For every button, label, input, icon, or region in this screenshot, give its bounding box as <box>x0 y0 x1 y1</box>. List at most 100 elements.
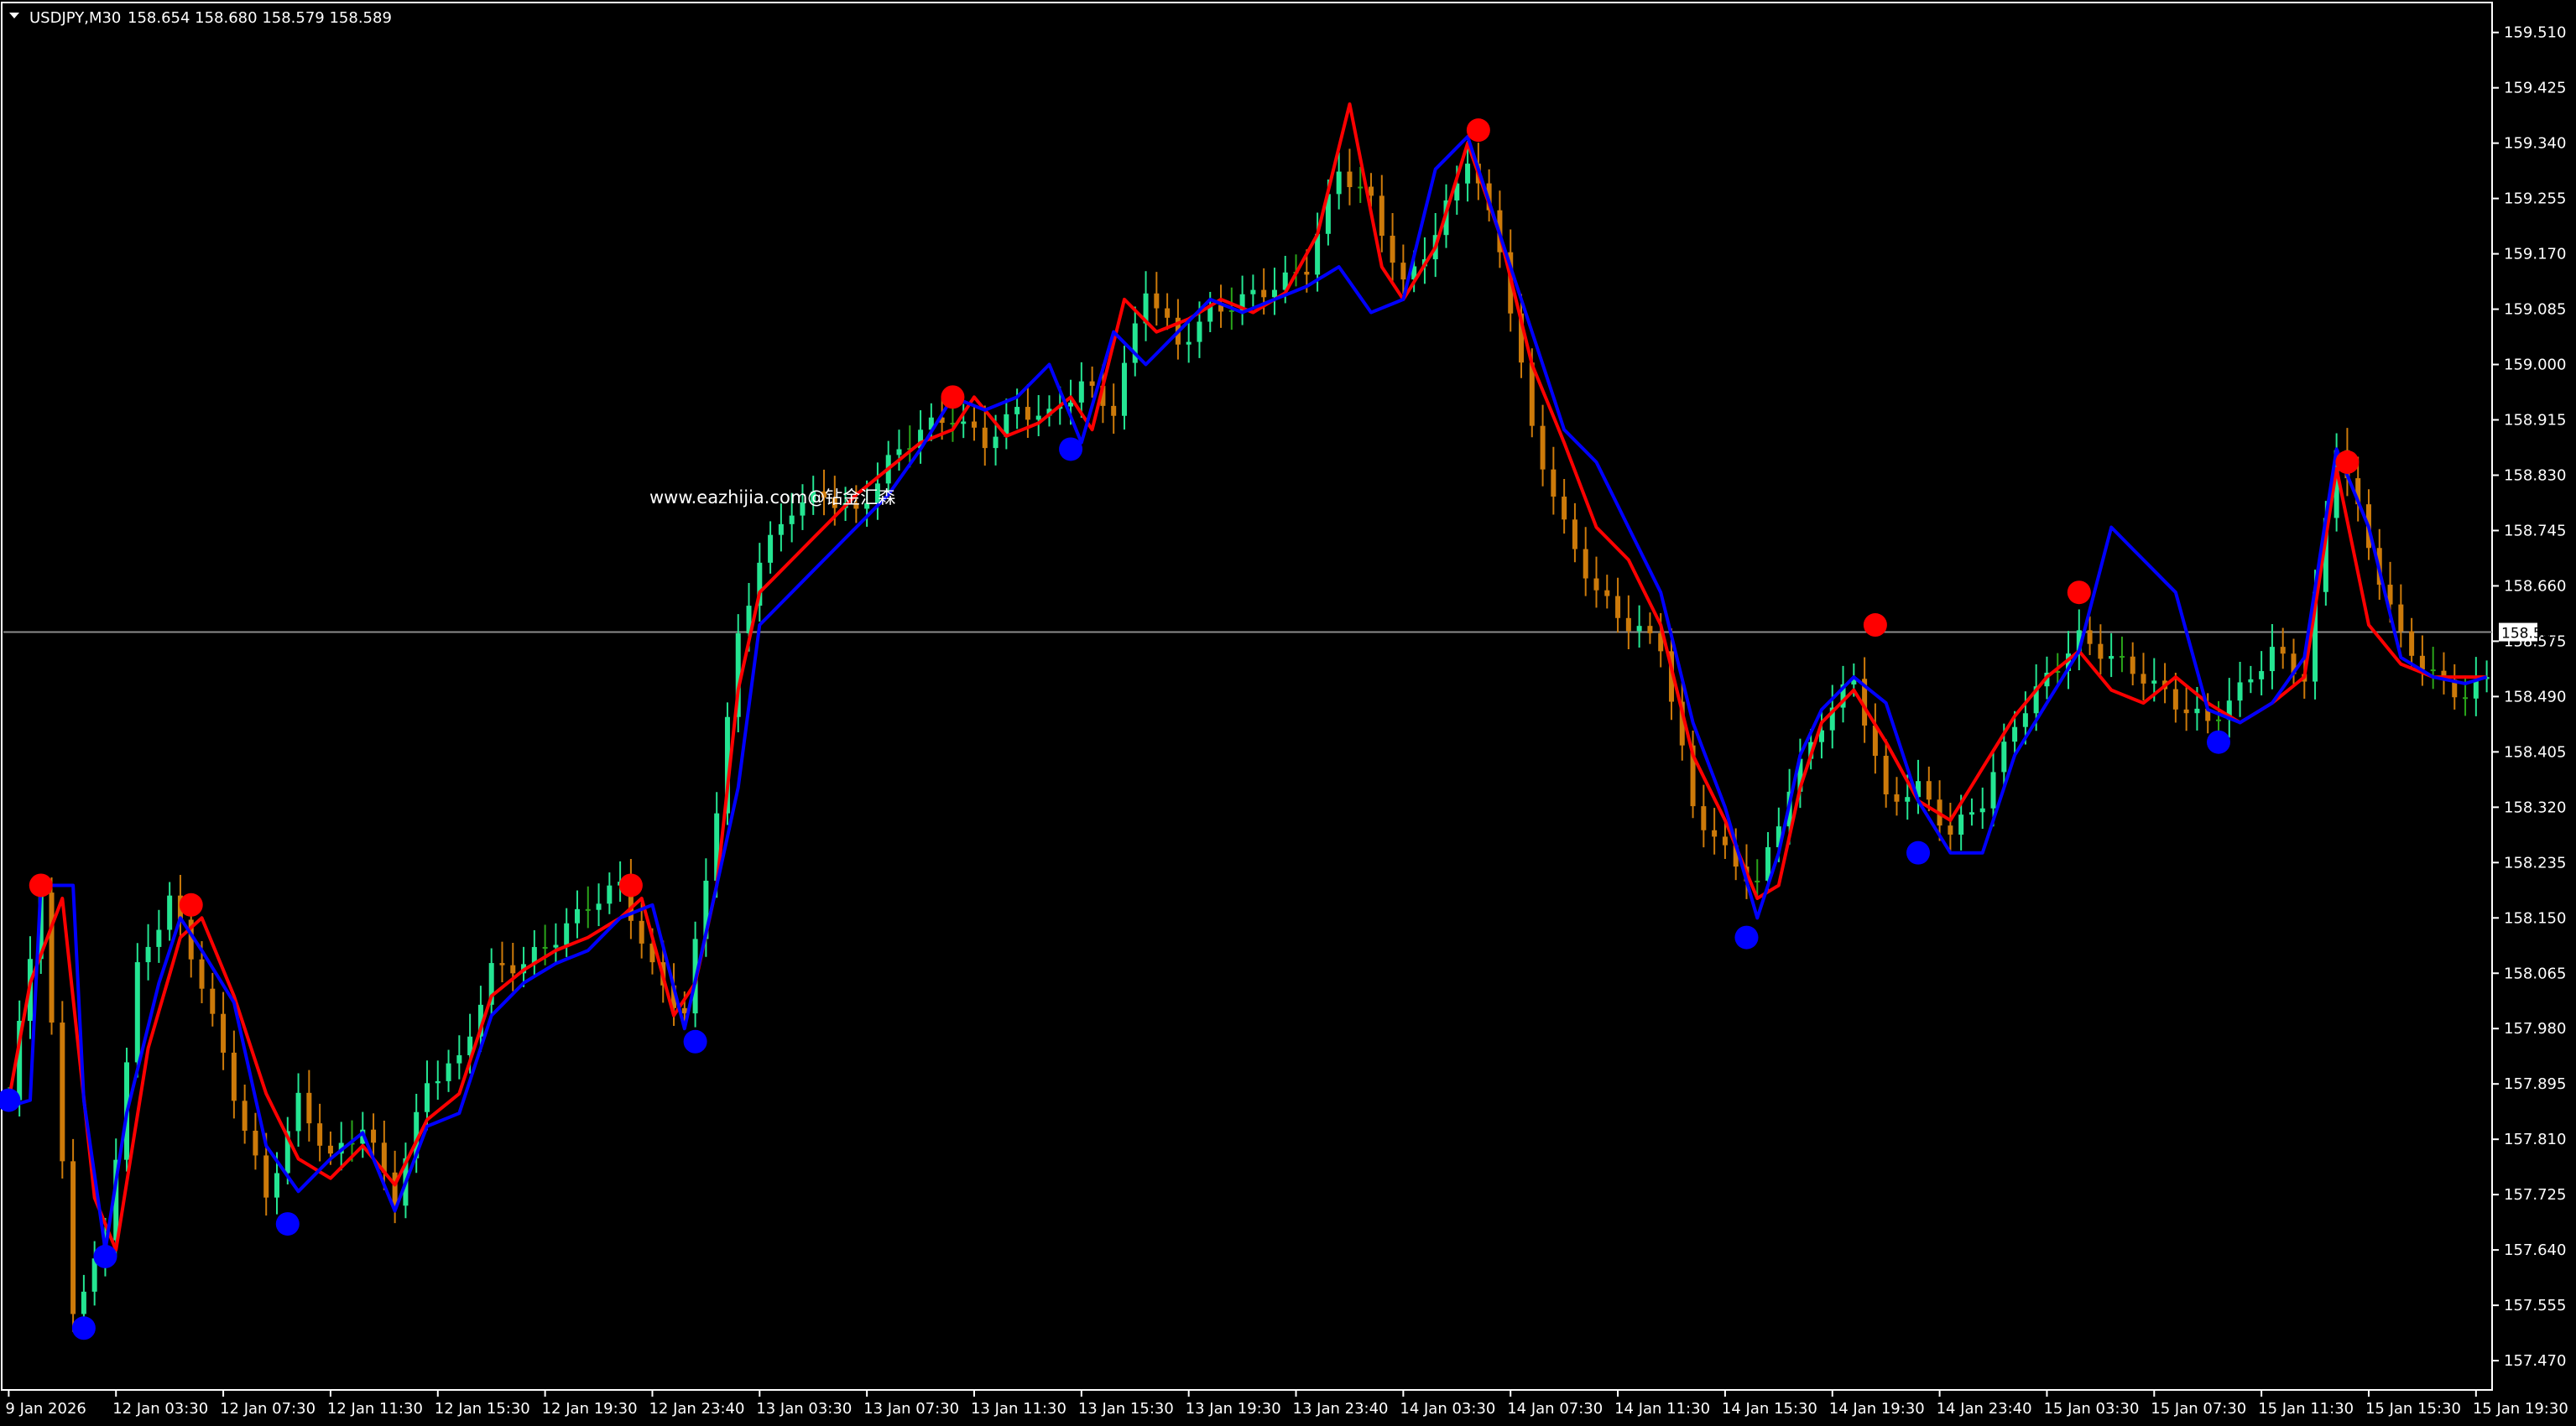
candle-body <box>596 903 602 910</box>
candle-body <box>2409 631 2415 656</box>
candle-body <box>253 1130 258 1156</box>
bottom-signal-dot <box>1906 841 1931 865</box>
price-tick-label: 157.640 <box>2504 1241 2566 1259</box>
candle-body <box>1883 756 1889 794</box>
candle-body <box>2130 656 2135 674</box>
candle-body <box>1551 469 1557 497</box>
symbol-label: USDJPY,M30 <box>29 9 121 27</box>
candle-body <box>2109 656 2115 659</box>
candle-body <box>306 1092 312 1124</box>
symbol-header: USDJPY,M30 158.654 158.680 158.579 158.5… <box>9 9 392 27</box>
candle-body <box>1165 308 1171 318</box>
price-tick-label: 158.150 <box>2504 909 2566 927</box>
candle-body <box>1722 836 1728 846</box>
candle-body <box>1647 626 1653 633</box>
candle-body <box>199 959 205 989</box>
candle-body <box>1948 825 1953 835</box>
time-tick-label: 14 Jan 11:30 <box>1614 1400 1710 1418</box>
candle-body <box>1604 590 1610 596</box>
candle-body <box>553 945 559 948</box>
candle-body <box>778 523 784 535</box>
candle-body <box>263 1155 269 1198</box>
time-tick-label: 15 Jan 11:30 <box>2258 1400 2354 1418</box>
chart-canvas[interactable]: 159.510 159.425 159.340 159.255 159.170 159.0… <box>0 0 2576 1426</box>
candle-body <box>1905 797 1911 802</box>
candle-body <box>607 885 613 904</box>
price-tick-label: 158.235 <box>2504 854 2566 872</box>
candle-body <box>242 1101 248 1131</box>
candle-body <box>961 421 967 424</box>
candle-body <box>1572 519 1577 549</box>
top-signal-dot <box>29 873 53 898</box>
candle-body <box>510 965 516 974</box>
time-tick-label: 14 Jan 19:30 <box>1829 1400 1925 1418</box>
candle-body <box>371 1129 377 1143</box>
top-signal-dot <box>1863 613 1887 638</box>
candle-body <box>1712 830 1718 837</box>
price-tick-label: 157.810 <box>2504 1131 2566 1148</box>
candle-body <box>456 1055 462 1064</box>
price-tick-label: 157.895 <box>2504 1075 2566 1093</box>
candle-body <box>2259 671 2265 679</box>
time-tick-label: 13 Jan 03:30 <box>756 1400 852 1418</box>
candle-body <box>564 923 570 945</box>
bottom-signal-dot <box>1734 925 1759 950</box>
candle-body <box>1625 617 1631 632</box>
top-signal-dot <box>179 893 203 917</box>
time-tick-label: 12 Jan 07:30 <box>220 1400 315 1418</box>
bottom-signal-dot <box>2206 730 2230 754</box>
candle-body <box>210 988 216 1014</box>
candle-body <box>1379 195 1384 237</box>
candle-body <box>49 893 55 1023</box>
candle-body <box>499 963 505 965</box>
bottom-signal-dot <box>683 1029 707 1054</box>
candle-body <box>2215 719 2221 721</box>
candle-body <box>1926 781 1932 800</box>
bottom-signal-dot <box>93 1244 117 1268</box>
candle-body <box>1958 814 1964 835</box>
price-tick-label: 157.470 <box>2504 1352 2566 1370</box>
time-tick-label: 14 Jan 07:30 <box>1507 1400 1603 1418</box>
time-tick-label: 14 Jan 15:30 <box>1722 1400 1817 1418</box>
candle-body <box>81 1291 86 1314</box>
candle-body <box>2022 713 2028 727</box>
candle-body <box>1636 626 1642 632</box>
price-tick-label: 159.510 <box>2504 24 2566 42</box>
time-tick-label: 12 Jan 11:30 <box>327 1400 423 1418</box>
candle-body <box>435 1080 441 1084</box>
candle-body <box>639 920 644 944</box>
candle-body <box>2280 647 2286 654</box>
chart-background <box>0 0 2576 1426</box>
candle-body <box>167 895 173 930</box>
candle-body <box>2001 742 2007 773</box>
time-tick-label: 13 Jan 19:30 <box>1186 1400 1281 1418</box>
candle-body <box>1400 263 1406 280</box>
current-price-tag-label: 158.589 <box>2501 626 2560 643</box>
candle-body <box>1465 164 1471 184</box>
time-tick-label: 14 Jan 03:30 <box>1400 1400 1495 1418</box>
candle-body <box>2194 708 2200 714</box>
time-tick-label: 15 Jan 03:30 <box>2043 1400 2139 1418</box>
candle-body <box>1304 272 1310 275</box>
candle-body <box>1755 880 1760 882</box>
candle-body <box>1111 405 1117 416</box>
time-tick-label: 12 Jan 15:30 <box>435 1400 530 1418</box>
time-tick-label: 13 Jan 15:30 <box>1078 1400 1174 1418</box>
price-tick-label: 159.000 <box>2504 356 2566 374</box>
candle-body <box>2012 726 2018 742</box>
bottom-signal-dot <box>71 1316 96 1340</box>
price-tick-label: 159.255 <box>2504 190 2566 208</box>
candle-body <box>1014 407 1020 414</box>
time-tick-label: 13 Jan 23:40 <box>1293 1400 1389 1418</box>
candle-body <box>446 1063 451 1081</box>
candle-body <box>2419 655 2425 670</box>
candle-body <box>1990 772 1996 809</box>
price-tick-label: 158.915 <box>2504 412 2566 429</box>
candle-body <box>1154 293 1160 309</box>
candle-body <box>2269 647 2275 672</box>
candle-body <box>789 515 795 524</box>
time-tick-label: 15 Jan 19:30 <box>2473 1400 2568 1418</box>
candle-body <box>993 436 999 449</box>
watermark-text: www.eazhijia.com@钻金汇森 <box>649 487 895 507</box>
candle-body <box>295 1092 301 1132</box>
